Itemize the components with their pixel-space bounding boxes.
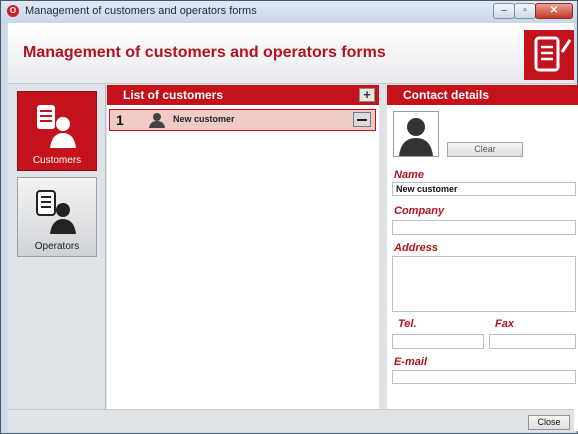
tel-field[interactable] [392,334,484,349]
clear-photo-button[interactable]: Clear [447,142,523,157]
company-field[interactable] [392,220,576,235]
app-icon: O [7,5,19,17]
sidebar-item-customers[interactable]: Customers [17,91,97,171]
name-field[interactable]: New customer [392,182,576,196]
person-icon [399,118,433,156]
fax-field[interactable] [489,334,576,349]
plus-icon: + [363,87,371,102]
sidebar: Customers Operators [8,85,106,431]
sidebar-item-label: Customers [32,155,82,166]
address-label: Address [394,242,439,254]
sidebar-item-label: Operators [34,241,80,252]
remove-customer-button[interactable] [353,112,371,127]
add-customer-button[interactable]: + [359,88,375,102]
operator-icon [36,190,76,234]
close-button[interactable]: Close [528,415,570,430]
customer-name: New customer [173,114,235,124]
contact-panel-header: Contact details [387,85,578,105]
tel-label: Tel. [398,318,417,330]
customer-icon [37,105,76,148]
contact-panel-title: Contact details [403,88,490,102]
email-field[interactable] [392,370,576,384]
title-bar: O Management of customers and operators … [1,1,577,23]
client-area: Management of customers and operators fo… [8,23,578,432]
window-title: Management of customers and operators fo… [25,5,257,17]
customer-list-panel: List of customers + 1 New customer [107,85,379,431]
contact-details-panel: Contact details Clear Name New customer … [387,85,578,431]
minimize-button[interactable]: – [493,3,515,19]
row-number: 1 [116,112,124,128]
email-label: E-mail [394,356,428,368]
name-label: Name [394,169,424,181]
contact-photo[interactable] [393,111,439,157]
fax-label: Fax [495,318,514,330]
form-pen-icon [524,30,574,80]
list-panel-header: List of customers [107,85,379,105]
person-icon [149,113,165,128]
footer: Close [8,409,574,432]
window-close-button[interactable]: ✕ [535,3,573,19]
page-title: Management of customers and operators fo… [23,44,386,61]
list-item[interactable]: 1 New customer [109,109,376,131]
app-window: O Management of customers and operators … [0,0,578,434]
address-field[interactable] [392,256,576,312]
sidebar-item-operators[interactable]: Operators [17,177,97,257]
header: Management of customers and operators fo… [8,23,574,84]
list-panel-title: List of customers [123,88,224,102]
maximize-button[interactable]: ▫ [514,3,536,19]
company-label: Company [394,205,445,217]
